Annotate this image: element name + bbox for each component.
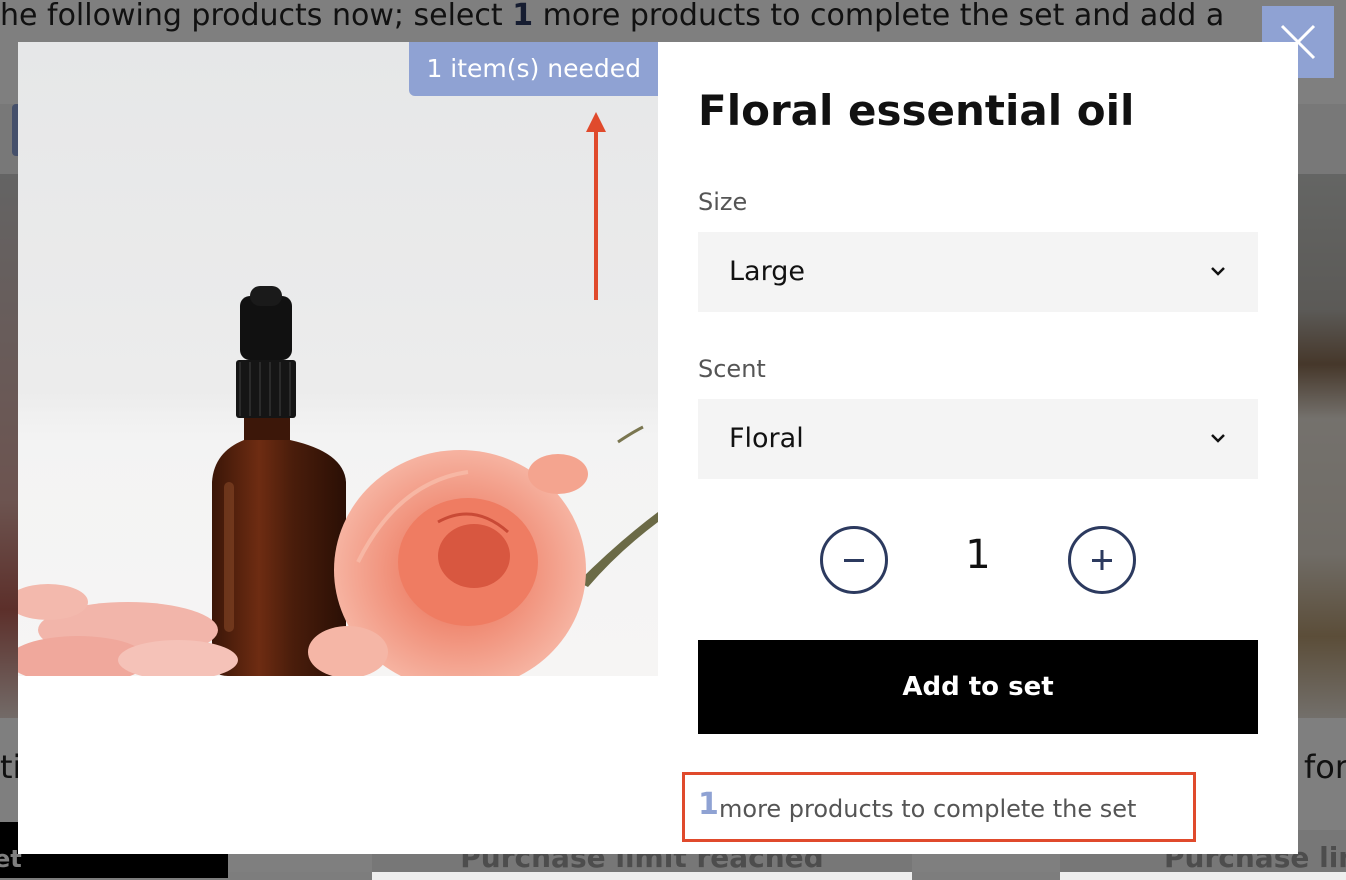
scent-select[interactable]: Floral [698,399,1258,479]
add-to-set-button[interactable]: Add to set [698,640,1258,734]
plus-icon [1092,550,1112,570]
decrease-quantity-button[interactable] [820,526,888,594]
remaining-products-notice: 1 more products to complete the set [682,772,1196,842]
items-needed-badge: 1 item(s) needed [409,42,658,96]
scent-value: Floral [729,423,804,454]
size-value: Large [729,256,805,287]
product-quick-view-modal: 1 item(s) needed Floral essential oil Si… [18,42,1298,854]
size-select[interactable]: Large [698,232,1258,312]
remaining-text: more products to complete the set [719,795,1137,823]
essential-oil-photo [18,42,658,676]
product-image: 1 item(s) needed [18,42,658,676]
minus-icon [844,559,864,562]
size-label: Size [698,188,748,216]
annotation-arrow-icon [586,112,606,300]
increase-quantity-button[interactable] [1068,526,1136,594]
quantity-value: 1 [965,532,991,578]
scent-label: Scent [698,355,766,383]
remaining-count: 1 [698,787,719,822]
chevron-down-icon [1211,267,1225,276]
chevron-down-icon [1211,434,1225,443]
product-title: Floral essential oil [698,86,1135,135]
